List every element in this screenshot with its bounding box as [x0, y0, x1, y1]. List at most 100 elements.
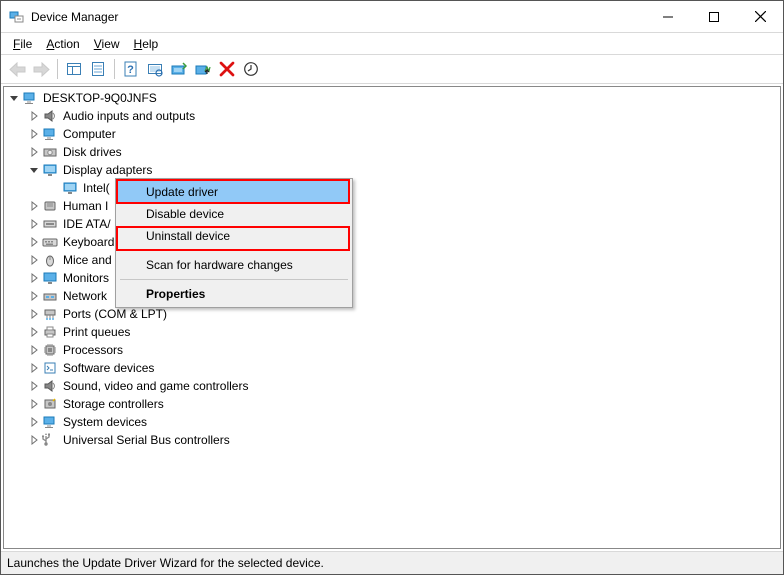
chevron-right-icon[interactable] [26, 324, 42, 340]
computer-icon [42, 126, 58, 142]
chevron-right-icon [46, 180, 62, 196]
back-button[interactable] [5, 57, 29, 81]
chevron-right-icon[interactable] [26, 342, 42, 358]
scan-hardware-button[interactable] [143, 57, 167, 81]
printer-icon [42, 324, 58, 340]
chevron-down-icon[interactable] [6, 90, 22, 106]
chevron-right-icon[interactable] [26, 252, 42, 268]
ctx-disable-device[interactable]: Disable device [118, 203, 350, 225]
chevron-right-icon[interactable] [26, 306, 42, 322]
tree-node-label: Sound, video and game controllers [61, 379, 250, 393]
close-button[interactable] [737, 1, 783, 32]
audio-icon [42, 108, 58, 124]
mouse-icon [42, 252, 58, 268]
chevron-right-icon[interactable] [26, 216, 42, 232]
titlebar: Device Manager [1, 1, 783, 33]
computer-icon [22, 90, 38, 106]
ctx-uninstall-device[interactable]: Uninstall device [118, 225, 350, 247]
chevron-right-icon[interactable] [26, 396, 42, 412]
tree-category-node[interactable]: Print queues [4, 323, 780, 341]
ctx-update-driver[interactable]: Update driver [118, 181, 350, 203]
context-menu: Update driver Disable device Uninstall d… [115, 178, 353, 308]
tree-node-label: Intel( [81, 181, 112, 195]
tree-node-label: Disk drives [61, 145, 124, 159]
chevron-right-icon[interactable] [26, 432, 42, 448]
sound-icon [42, 378, 58, 394]
add-legacy-hardware-button[interactable] [239, 57, 263, 81]
menu-help[interactable]: Help [128, 36, 165, 52]
menu-view[interactable]: View [88, 36, 126, 52]
tree-node-label: Storage controllers [61, 397, 166, 411]
forward-button[interactable] [29, 57, 53, 81]
tree-category-node[interactable]: Storage controllers [4, 395, 780, 413]
ctx-properties[interactable]: Properties [118, 283, 350, 305]
tree-node-label: Keyboard [61, 235, 116, 249]
help-button[interactable]: ? [119, 57, 143, 81]
chevron-right-icon[interactable] [26, 360, 42, 376]
chevron-right-icon[interactable] [26, 108, 42, 124]
tree-category-node[interactable]: Universal Serial Bus controllers [4, 431, 780, 449]
maximize-button[interactable] [691, 1, 737, 32]
main-area: DESKTOP-9Q0JNFS Audio inputs and outputs C… [1, 84, 783, 551]
tree-node-label: DESKTOP-9Q0JNFS [41, 91, 159, 105]
uninstall-device-button[interactable] [215, 57, 239, 81]
tree-category-node[interactable]: Sound, video and game controllers [4, 377, 780, 395]
tree-node-label: Ports (COM & LPT) [61, 307, 169, 321]
display-icon [42, 162, 58, 178]
tree-category-node[interactable]: System devices [4, 413, 780, 431]
tree-node-label: Monitors [61, 271, 111, 285]
keyboard-icon [42, 234, 58, 250]
hid-icon [42, 198, 58, 214]
window-controls [645, 1, 783, 32]
tree-category-node[interactable]: Software devices [4, 359, 780, 377]
device-tree[interactable]: DESKTOP-9Q0JNFS Audio inputs and outputs C… [3, 86, 781, 549]
toolbar-separator [57, 59, 58, 79]
properties-button[interactable] [86, 57, 110, 81]
tree-category-node[interactable]: Computer [4, 125, 780, 143]
tree-node-label: Mice and [61, 253, 114, 267]
ctx-separator [120, 279, 348, 280]
window-title: Device Manager [31, 10, 645, 24]
tree-category-node[interactable]: Disk drives [4, 143, 780, 161]
menubar: File Action View Help [1, 33, 783, 54]
show-hide-tree-button[interactable] [62, 57, 86, 81]
tree-node-label: Software devices [61, 361, 156, 375]
update-driver-button[interactable] [167, 57, 191, 81]
tree-node-label: Network [61, 289, 109, 303]
minimize-button[interactable] [645, 1, 691, 32]
toolbar-separator [114, 59, 115, 79]
tree-node-label: Display adapters [61, 163, 154, 177]
chevron-right-icon[interactable] [26, 144, 42, 160]
display-icon [62, 180, 78, 196]
menu-action[interactable]: Action [40, 36, 85, 52]
ctx-scan-hardware[interactable]: Scan for hardware changes [118, 254, 350, 276]
disable-device-button[interactable] [191, 57, 215, 81]
tree-category-node[interactable]: Audio inputs and outputs [4, 107, 780, 125]
tree-category-node[interactable]: Processors [4, 341, 780, 359]
chevron-right-icon[interactable] [26, 234, 42, 250]
chevron-right-icon[interactable] [26, 198, 42, 214]
chevron-right-icon[interactable] [26, 378, 42, 394]
ports-icon [42, 306, 58, 322]
chevron-right-icon[interactable] [26, 288, 42, 304]
chevron-down-icon[interactable] [26, 162, 42, 178]
monitor-icon [42, 270, 58, 286]
ctx-separator [120, 250, 348, 251]
app-icon [9, 9, 25, 25]
statusbar: Launches the Update Driver Wizard for th… [1, 551, 783, 574]
chevron-right-icon[interactable] [26, 414, 42, 430]
tree-node-label: Computer [61, 127, 118, 141]
device-manager-window: Device Manager File Action View Help [0, 0, 784, 575]
software-icon [42, 360, 58, 376]
chevron-right-icon[interactable] [26, 126, 42, 142]
ide-icon [42, 216, 58, 232]
tree-node-label: Human I [61, 199, 110, 213]
tree-category-node[interactable]: Display adapters [4, 161, 780, 179]
menu-file[interactable]: File [7, 36, 38, 52]
svg-text:?: ? [127, 64, 134, 76]
chevron-right-icon[interactable] [26, 270, 42, 286]
tree-root-node[interactable]: DESKTOP-9Q0JNFS [4, 89, 780, 107]
statusbar-text: Launches the Update Driver Wizard for th… [7, 556, 324, 570]
tree-node-label: Print queues [61, 325, 132, 339]
network-icon [42, 288, 58, 304]
